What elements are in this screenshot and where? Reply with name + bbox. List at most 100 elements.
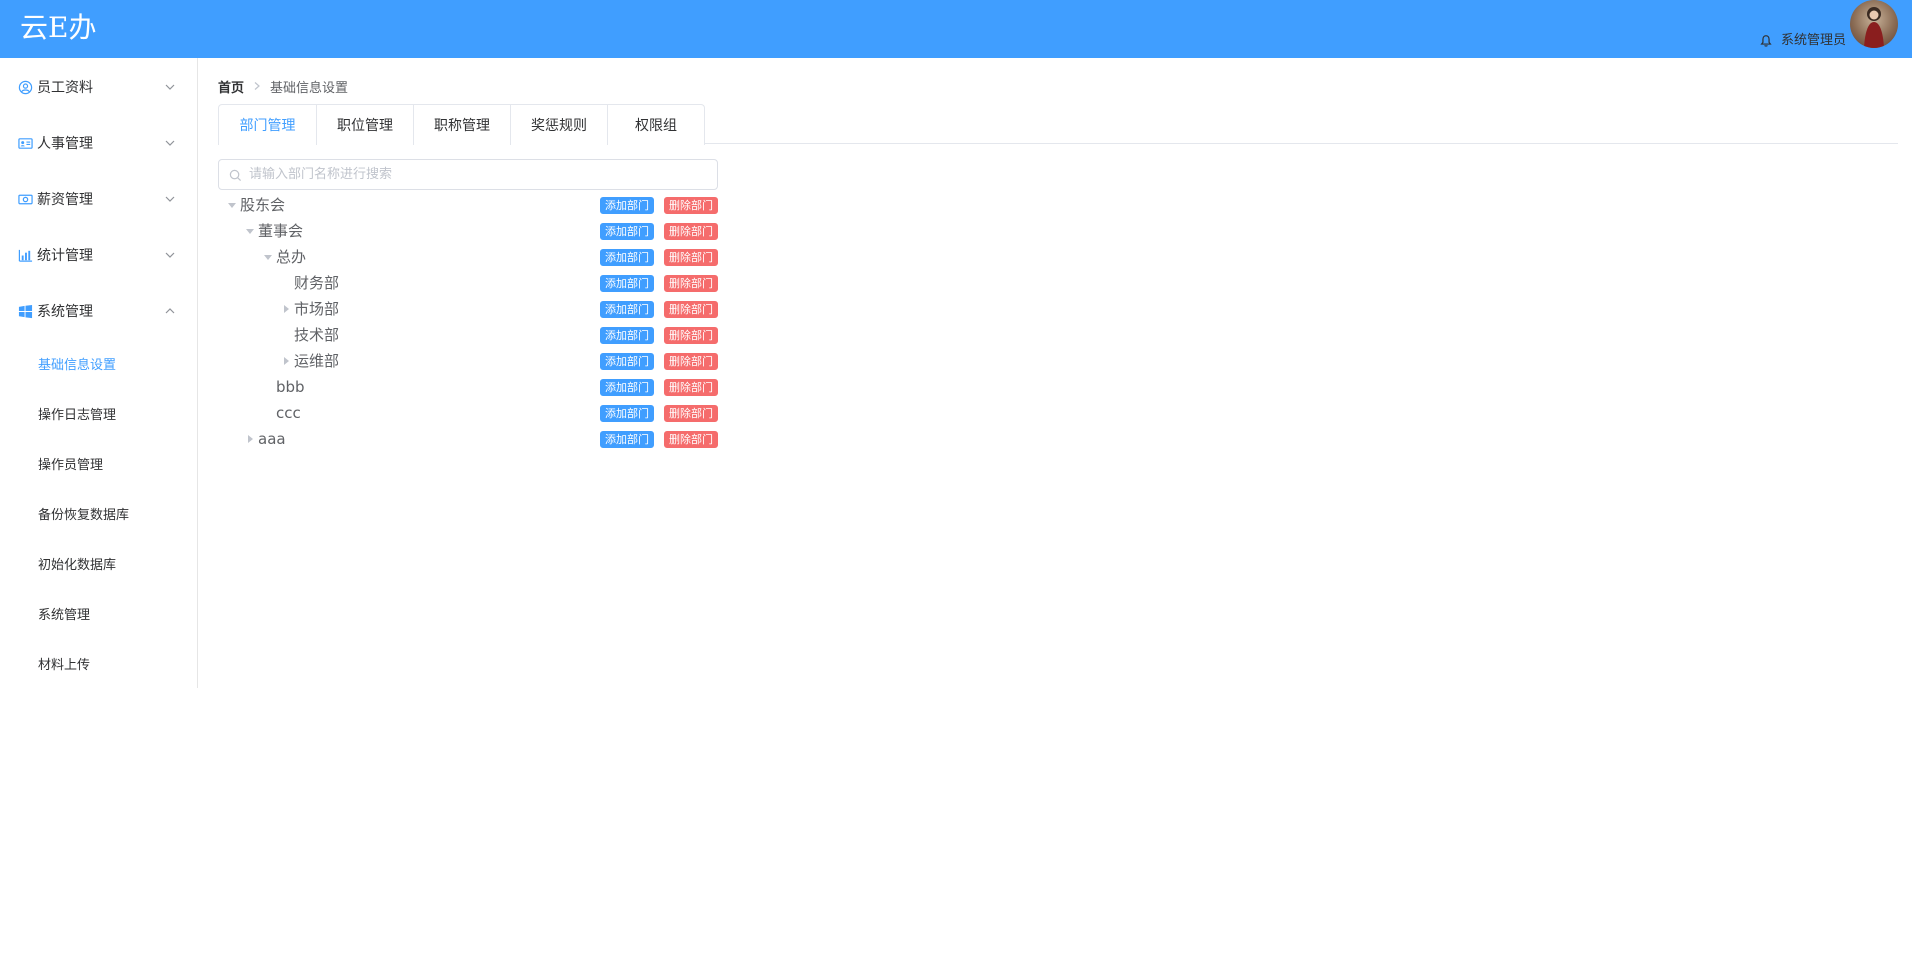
sidebar: 员工资料 人事管理 薪资管理 统计管理 系统管理 基础信息设置 操作日志管理 操…: [0, 58, 198, 688]
delete-department-button[interactable]: 删除部门: [664, 353, 718, 370]
breadcrumb-home[interactable]: 首页: [218, 77, 244, 96]
add-department-button[interactable]: 添加部门: [600, 223, 654, 240]
tab-position[interactable]: 职位管理: [316, 105, 413, 145]
bar-chart-icon: [18, 249, 33, 262]
search-icon: [229, 169, 242, 182]
windows-icon: [18, 304, 33, 318]
tree-node-label[interactable]: 市场部: [294, 299, 339, 319]
delete-department-button[interactable]: 删除部门: [664, 301, 718, 318]
chevron-down-icon: [165, 84, 175, 90]
tree-node-label[interactable]: 技术部: [294, 325, 339, 345]
delete-department-button[interactable]: 删除部门: [664, 197, 718, 214]
submenu-init-db[interactable]: 初始化数据库: [0, 543, 197, 583]
submenu-basic-info[interactable]: 基础信息设置: [0, 343, 197, 383]
menu-label: 员工资料: [37, 80, 93, 96]
money-icon: [18, 194, 33, 204]
tree-node-label[interactable]: ccc: [276, 403, 301, 423]
submenu-operation-log[interactable]: 操作日志管理: [0, 393, 197, 433]
delete-department-button[interactable]: 删除部门: [664, 405, 718, 422]
delete-department-button[interactable]: 删除部门: [664, 379, 718, 396]
delete-department-button[interactable]: 删除部门: [664, 249, 718, 266]
tree-node[interactable]: ccc 添加部门 删除部门: [218, 400, 718, 426]
submenu-label: 系统管理: [38, 607, 91, 623]
user-area[interactable]: 系统管理员: [1759, 0, 1898, 58]
menu-label: 薪资管理: [37, 192, 93, 208]
submenu-label: 初始化数据库: [38, 557, 117, 573]
caret-right-icon[interactable]: [282, 357, 290, 365]
caret-down-icon[interactable]: [228, 201, 236, 209]
chevron-right-icon: [254, 82, 260, 90]
tab-job-title[interactable]: 职称管理: [413, 105, 510, 145]
tree-node[interactable]: bbb 添加部门 删除部门: [218, 374, 718, 400]
delete-department-button[interactable]: 删除部门: [664, 327, 718, 344]
breadcrumb-current: 基础信息设置: [270, 80, 349, 96]
delete-department-button[interactable]: 删除部门: [664, 275, 718, 292]
search-input[interactable]: [249, 161, 709, 188]
add-department-button[interactable]: 添加部门: [600, 431, 654, 448]
tree-node[interactable]: 总办 添加部门 删除部门: [218, 244, 718, 270]
tree-node-label[interactable]: 总办: [276, 247, 306, 267]
app-logo: 云E办: [20, 11, 97, 44]
add-department-button[interactable]: 添加部门: [600, 379, 654, 396]
chevron-up-icon: [165, 308, 175, 314]
caret-right-icon[interactable]: [246, 435, 254, 443]
chevron-down-icon: [165, 252, 175, 258]
add-department-button[interactable]: 添加部门: [600, 353, 654, 370]
tree-node-label[interactable]: bbb: [276, 377, 305, 397]
tree-node[interactable]: 技术部 添加部门 删除部门: [218, 322, 718, 348]
add-department-button[interactable]: 添加部门: [600, 197, 654, 214]
add-department-button[interactable]: 添加部门: [600, 301, 654, 318]
submenu-label: 基础信息设置: [38, 357, 117, 373]
id-card-icon: [18, 137, 33, 149]
tree-node-label[interactable]: 财务部: [294, 273, 339, 293]
submenu-system-manage[interactable]: 系统管理: [0, 593, 197, 633]
tree-node[interactable]: aaa 添加部门 删除部门: [218, 426, 718, 452]
menu-label: 系统管理: [37, 304, 93, 320]
tab-rewards[interactable]: 奖惩规则: [510, 105, 607, 145]
menu-system[interactable]: 系统管理: [0, 291, 197, 331]
add-department-button[interactable]: 添加部门: [600, 327, 654, 344]
delete-department-button[interactable]: 删除部门: [664, 431, 718, 448]
submenu-label: 操作员管理: [38, 457, 104, 473]
tree-node[interactable]: 财务部 添加部门 删除部门: [218, 270, 718, 296]
tree-node-label[interactable]: 运维部: [294, 351, 339, 371]
user-circle-icon: [18, 80, 33, 94]
tree-node[interactable]: 董事会 添加部门 删除部门: [218, 218, 718, 244]
menu-employee-info[interactable]: 员工资料: [0, 67, 197, 107]
caret-down-icon[interactable]: [246, 227, 254, 235]
tab-list: 部门管理 职位管理 职称管理 奖惩规则 权限组: [218, 104, 705, 146]
submenu-operators[interactable]: 操作员管理: [0, 443, 197, 483]
tab-department[interactable]: 部门管理: [219, 105, 316, 146]
tree-node[interactable]: 运维部 添加部门 删除部门: [218, 348, 718, 374]
submenu-label: 操作日志管理: [38, 407, 117, 423]
chevron-down-icon: [165, 196, 175, 202]
chevron-down-icon: [165, 140, 175, 146]
tree-node-label[interactable]: 董事会: [258, 221, 303, 241]
add-department-button[interactable]: 添加部门: [600, 249, 654, 266]
caret-right-icon[interactable]: [282, 305, 290, 313]
tree-node[interactable]: 股东会 添加部门 删除部门: [218, 192, 718, 218]
tree-node[interactable]: 市场部 添加部门 删除部门: [218, 296, 718, 322]
top-header: 云E办 系统管理员: [0, 0, 1912, 58]
caret-down-icon[interactable]: [264, 253, 272, 261]
bell-icon[interactable]: [1759, 34, 1773, 48]
submenu-material-upload[interactable]: 材料上传: [0, 643, 197, 683]
add-department-button[interactable]: 添加部门: [600, 405, 654, 422]
menu-statistics[interactable]: 统计管理: [0, 235, 197, 275]
username[interactable]: 系统管理员: [1781, 32, 1846, 50]
tab-permission-group[interactable]: 权限组: [607, 105, 704, 145]
tree-node-label[interactable]: aaa: [258, 429, 286, 449]
submenu-label: 材料上传: [38, 657, 91, 673]
tabs-bar: 部门管理 职位管理 职称管理 奖惩规则 权限组: [218, 104, 1898, 146]
add-department-button[interactable]: 添加部门: [600, 275, 654, 292]
menu-personnel[interactable]: 人事管理: [0, 123, 197, 163]
avatar[interactable]: [1850, 0, 1898, 48]
menu-label: 人事管理: [37, 136, 93, 152]
submenu-backup-restore[interactable]: 备份恢复数据库: [0, 493, 197, 533]
department-search: [218, 159, 718, 190]
breadcrumb: 首页 基础信息设置: [218, 76, 348, 96]
submenu-label: 备份恢复数据库: [38, 507, 130, 523]
tree-node-label[interactable]: 股东会: [240, 195, 285, 215]
delete-department-button[interactable]: 删除部门: [664, 223, 718, 240]
menu-salary[interactable]: 薪资管理: [0, 179, 197, 219]
